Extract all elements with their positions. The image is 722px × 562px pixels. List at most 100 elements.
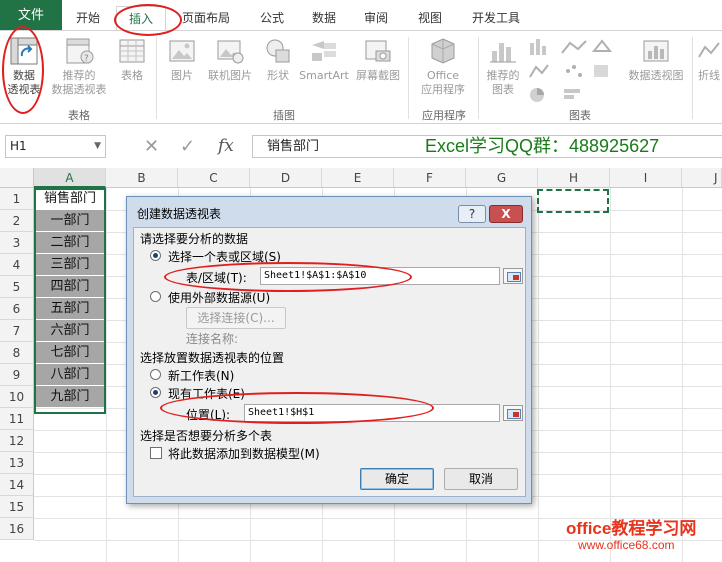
tab-page-layout[interactable]: 页面布局 xyxy=(176,6,236,30)
tab-data[interactable]: 数据 xyxy=(304,6,344,30)
cancel-button[interactable]: 取消 xyxy=(444,468,518,490)
row-header[interactable]: 7 xyxy=(0,320,34,342)
tab-insert[interactable]: 插入 xyxy=(116,6,166,30)
pivot-chart-label: 数据透视图 xyxy=(628,69,684,82)
row-header[interactable]: 4 xyxy=(0,254,34,276)
smartart-button[interactable]: SmartArt xyxy=(298,35,350,83)
cell-a1[interactable]: 销售部门 xyxy=(34,188,106,210)
radio-external-source-label[interactable]: 使用外部数据源(U) xyxy=(168,289,270,306)
radio-new-sheet-label[interactable]: 新工作表(N) xyxy=(168,367,234,384)
column-header-i[interactable]: I xyxy=(610,168,682,188)
close-button[interactable]: X xyxy=(489,205,523,223)
cell-a10[interactable]: 九部门 xyxy=(34,386,106,408)
group-label-apps: 应用程序 xyxy=(422,109,466,122)
cell-a7[interactable]: 六部门 xyxy=(34,320,106,342)
pivot-chart-button[interactable]: 数据透视图 xyxy=(624,35,688,83)
office-apps-button[interactable]: Office 应用程序 xyxy=(412,35,474,97)
column-header-a[interactable]: A xyxy=(34,168,106,188)
ok-button[interactable]: 确定 xyxy=(360,468,434,490)
radio-new-sheet[interactable] xyxy=(150,369,161,380)
name-box[interactable]: H1 ▼ xyxy=(5,135,106,158)
radio-existing-sheet-label[interactable]: 现有工作表(E) xyxy=(168,385,245,402)
row-header[interactable]: 14 xyxy=(0,474,34,496)
smartart-label: SmartArt xyxy=(299,69,349,82)
row-header[interactable]: 16 xyxy=(0,518,34,540)
data-model-checkbox-label[interactable]: 将此数据添加到数据模型(M) xyxy=(168,445,320,462)
cell-a6[interactable]: 五部门 xyxy=(34,298,106,320)
pivot-table-button[interactable]: 数据 透视表 xyxy=(4,35,44,97)
office-apps-icon xyxy=(431,38,455,64)
tab-developer[interactable]: 开发工具 xyxy=(466,6,526,30)
pictures-button[interactable]: 图片 xyxy=(164,35,200,83)
svg-text:?: ? xyxy=(84,54,89,64)
cell-a4[interactable]: 三部门 xyxy=(34,254,106,276)
tab-file[interactable]: 文件 xyxy=(0,0,62,30)
insert-function-icon[interactable]: fx xyxy=(218,135,234,158)
help-button[interactable]: ? xyxy=(458,205,486,223)
ribbon-insert-panel: 数据 透视表 ? 推荐的 数据透视表 表格 表格 图片 联机图片 形状 Smar… xyxy=(0,30,722,124)
enter-icon[interactable]: ✓ xyxy=(180,135,195,158)
radio-select-range[interactable] xyxy=(150,250,161,261)
column-header-d[interactable]: D xyxy=(250,168,322,188)
table-button[interactable]: 表格 xyxy=(114,35,150,83)
row-header[interactable]: 2 xyxy=(0,210,34,232)
row-header[interactable]: 5 xyxy=(0,276,34,298)
connection-name-label: 连接名称: xyxy=(186,332,239,346)
office-apps-label-2: 应用程序 xyxy=(421,83,465,96)
cell-a2[interactable]: 一部门 xyxy=(34,210,106,232)
formula-bar: H1 ▼ ✕ ✓ fx 销售部门 Excel学习QQ群：488925627 xyxy=(0,124,722,168)
cell-a9[interactable]: 八部门 xyxy=(34,364,106,386)
radio-existing-sheet[interactable] xyxy=(150,387,161,398)
cell-a5[interactable]: 四部门 xyxy=(34,276,106,298)
row-header[interactable]: 15 xyxy=(0,496,34,518)
tab-review[interactable]: 审阅 xyxy=(356,6,396,30)
choose-connection-button[interactable]: 选择连接(C)... xyxy=(186,307,286,329)
column-header-e[interactable]: E xyxy=(322,168,394,188)
column-header-c[interactable]: C xyxy=(178,168,250,188)
column-header-j[interactable]: J xyxy=(682,168,722,188)
row-header[interactable]: 9 xyxy=(0,364,34,386)
tab-view[interactable]: 视图 xyxy=(410,6,450,30)
row-header[interactable]: 12 xyxy=(0,430,34,452)
row-header[interactable]: 8 xyxy=(0,342,34,364)
cancel-icon[interactable]: ✕ xyxy=(144,135,159,158)
radio-select-range-label[interactable]: 选择一个表或区域(S) xyxy=(168,248,281,265)
column-header-g[interactable]: G xyxy=(466,168,538,188)
sparkline-button[interactable]: 折线 xyxy=(696,35,722,83)
row-header[interactable]: 3 xyxy=(0,232,34,254)
column-header-f[interactable]: F xyxy=(394,168,466,188)
dialog-body: 请选择要分析的数据 选择一个表或区域(S) 表/区域(T): Sheet1!$A… xyxy=(133,227,526,497)
select-all-corner[interactable] xyxy=(0,168,34,188)
cell-a8[interactable]: 七部门 xyxy=(34,342,106,364)
location-collapse-icon[interactable] xyxy=(503,405,523,421)
screenshot-button[interactable]: 屏幕截图 xyxy=(352,35,404,83)
shapes-button[interactable]: 形状 xyxy=(260,35,296,83)
pivot-table-label-1: 数据 xyxy=(13,69,35,82)
column-header-h[interactable]: H xyxy=(538,168,610,188)
cell-a3[interactable]: 二部门 xyxy=(34,232,106,254)
online-picture-icon xyxy=(217,40,244,64)
location-input[interactable]: Sheet1!$H$1 xyxy=(244,404,500,422)
row-header[interactable]: 10 xyxy=(0,386,34,408)
watermark-url: www.office68.com xyxy=(578,538,675,552)
chart-type-gallery-icon[interactable] xyxy=(528,37,620,103)
range-input[interactable]: Sheet1!$A$1:$A$10 xyxy=(260,267,500,285)
row-header[interactable]: 11 xyxy=(0,408,34,430)
tab-formulas[interactable]: 公式 xyxy=(252,6,292,30)
target-cell-marquee[interactable] xyxy=(537,189,609,213)
range-collapse-icon[interactable] xyxy=(503,268,523,284)
recommended-pivot-button[interactable]: ? 推荐的 数据透视表 xyxy=(48,35,110,97)
row-header[interactable]: 13 xyxy=(0,452,34,474)
tab-home[interactable]: 开始 xyxy=(68,6,108,30)
radio-external-source[interactable] xyxy=(150,291,161,302)
chevron-down-icon[interactable]: ▼ xyxy=(94,136,101,157)
data-model-checkbox[interactable] xyxy=(150,447,162,459)
online-pictures-button[interactable]: 联机图片 xyxy=(202,35,258,83)
gridline xyxy=(610,188,611,562)
ribbon-separator xyxy=(478,37,479,119)
column-header-b[interactable]: B xyxy=(106,168,178,188)
recommended-pivot-label-2: 数据透视表 xyxy=(51,83,107,96)
row-header[interactable]: 1 xyxy=(0,188,34,210)
row-header[interactable]: 6 xyxy=(0,298,34,320)
recommended-charts-button[interactable]: 推荐的 图表 xyxy=(482,35,524,97)
